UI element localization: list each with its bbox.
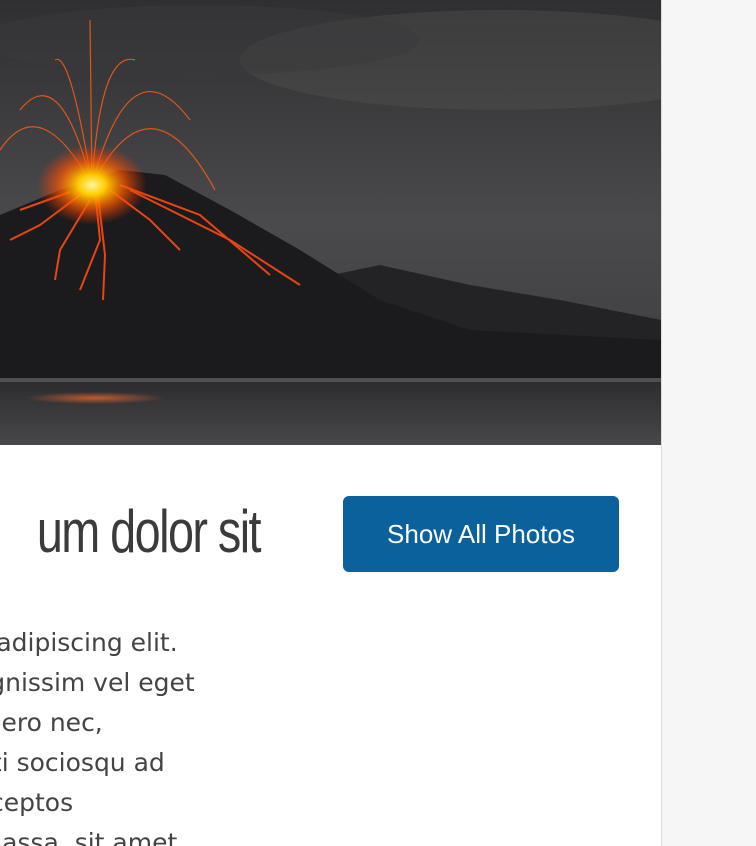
show-all-photos-button[interactable]: Show All Photos [343, 496, 619, 572]
page-side-background [662, 0, 756, 846]
article-title: um dolor sit [36, 498, 262, 565]
body-line: lorem nibh, placerat vel libero nec, [0, 708, 103, 737]
body-line: per conubia nostra, per inceptos [0, 788, 74, 817]
body-line: da dolor. Class aptent taciti sociosqu a… [0, 748, 165, 777]
body-line: olor sit amet, consectetur adipiscing el… [0, 628, 178, 657]
body-line: entesque eleifend purus massa, sit amet [0, 828, 178, 846]
body-line: e nisl a lacus venenatis dignissim vel e… [0, 668, 195, 697]
article-card: um dolor sit Show All Photos olor sit am… [0, 0, 662, 846]
article-body: olor sit amet, consectetur adipiscing el… [0, 623, 566, 846]
volcano-hero-image [0, 0, 661, 445]
